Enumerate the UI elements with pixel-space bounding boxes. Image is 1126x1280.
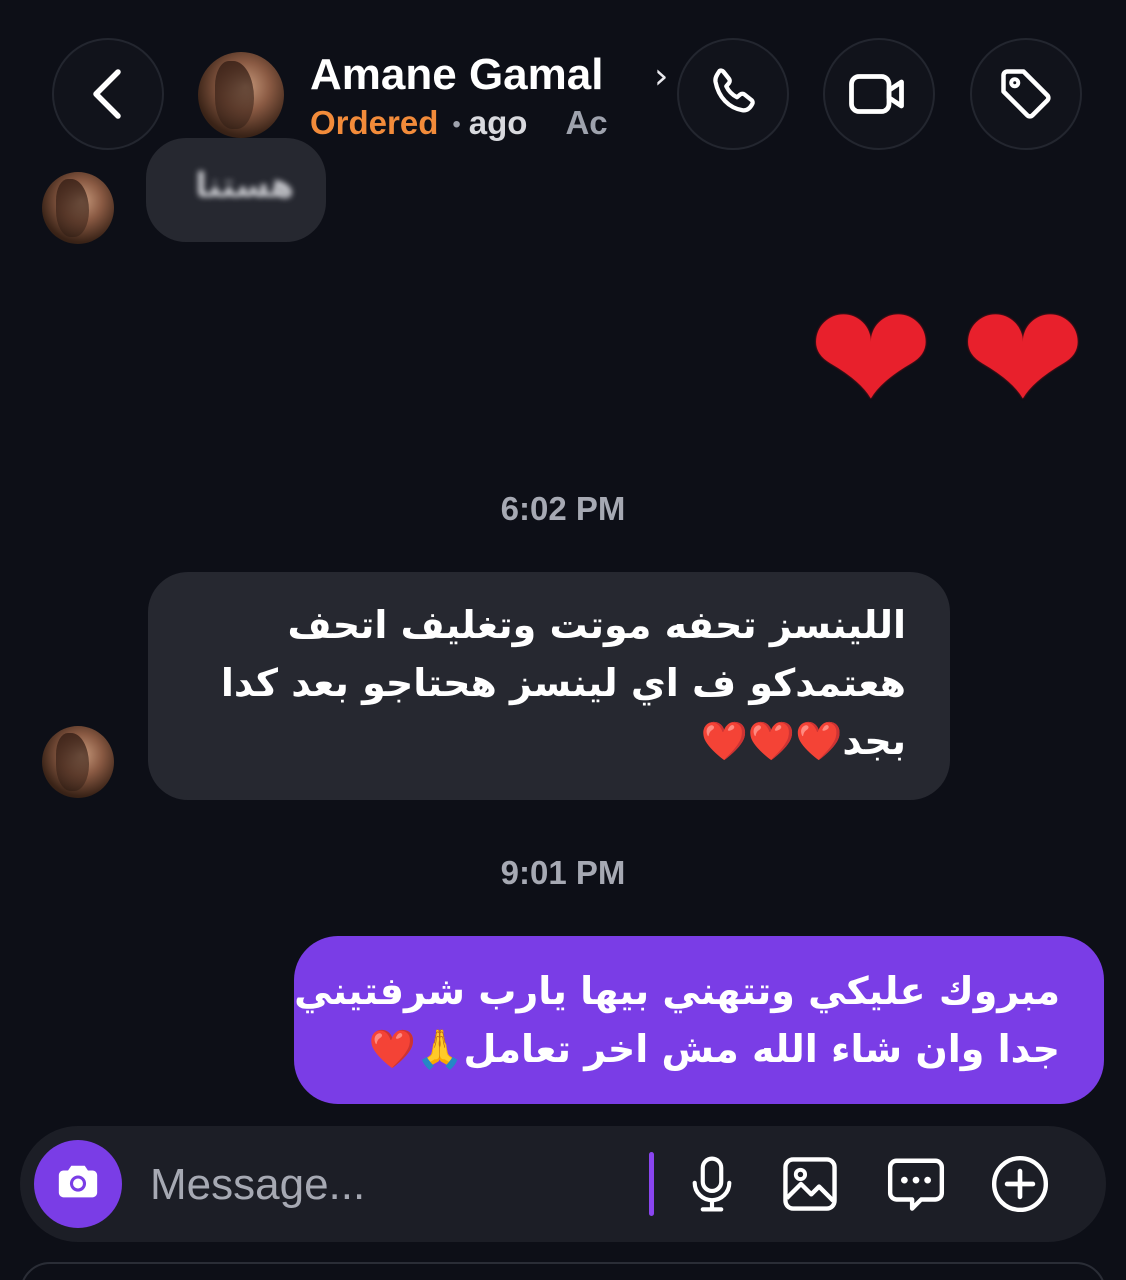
voice-call-button[interactable] [677, 38, 789, 150]
plus-circle-icon [989, 1153, 1051, 1219]
message-input[interactable] [148, 1152, 632, 1218]
video-call-button[interactable] [823, 38, 935, 150]
contact-avatar[interactable] [198, 52, 284, 138]
more-options-button[interactable] [988, 1154, 1052, 1218]
heart-emoji-large[interactable]: ❤ [960, 285, 1086, 435]
message-timestamp: 9:01 PM [500, 854, 626, 891]
phone-icon [703, 64, 763, 124]
sticker-chat-icon [885, 1153, 947, 1219]
ordered-status-label: Ordered [310, 104, 439, 141]
pray-heart-emojis: 🙏❤️ [368, 1027, 464, 1071]
message-bubble-outgoing[interactable]: مبروك عليكي وتتهني بيها يارب شرفتيني جدا… [294, 936, 1104, 1104]
video-camera-icon [846, 64, 912, 124]
truncated-status-text: Ac [565, 104, 608, 141]
tag-icon [996, 64, 1056, 124]
image-icon [779, 1153, 841, 1219]
message-bubble-incoming[interactable]: هستنا [146, 138, 326, 242]
message-text-line: هعتمدكو ف اي لينسز هحتاجو بعد كدا [220, 661, 906, 705]
message-bubble-incoming[interactable]: اللينسز تحفه موتت وتغليف اتحف هعتمدكو ف … [148, 572, 950, 800]
microphone-button[interactable] [680, 1154, 744, 1218]
heart-emoji-large[interactable]: ❤ [808, 285, 934, 435]
sender-avatar[interactable] [42, 172, 114, 244]
chat-screen: Amane Gamal › Ordered • ago Ac هستنا ❤ ❤ 6:… [0, 0, 1126, 1280]
chevron-right-icon[interactable]: › [654, 56, 668, 97]
contact-status: Ordered • ago Ac [310, 104, 608, 148]
message-text-words: جدا وان شاء الله مش اخر تعامل [463, 1027, 1060, 1071]
message-composer [20, 1126, 1106, 1242]
message-timestamp: 6:02 PM [500, 490, 626, 527]
back-button[interactable] [52, 38, 164, 150]
contact-name[interactable]: Amane Gamal [310, 50, 603, 100]
message-text-line: جدا وان شاء الله مش اخر تعامل🙏❤️ [324, 1020, 1060, 1078]
sender-avatar[interactable] [42, 726, 114, 798]
message-text-line: مبروك عليكي وتتهني بيها يارب شرفتيني [294, 969, 1060, 1013]
camera-icon [53, 1159, 103, 1209]
message-text-line: بجد❤️❤️❤️ [178, 712, 906, 770]
status-separator: • [452, 111, 461, 139]
message-text-line: اللينسز تحفه موتت وتغليف اتحف [287, 603, 906, 647]
microphone-icon [684, 1154, 740, 1218]
gallery-button[interactable] [778, 1154, 842, 1218]
text-cursor [649, 1152, 654, 1216]
tag-button[interactable] [970, 38, 1082, 150]
blurred-message-text: هستنا [195, 166, 294, 206]
last-active-time: ago [468, 104, 528, 141]
message-text-word: بجد [842, 719, 906, 763]
camera-button[interactable] [34, 1140, 122, 1228]
heart-emojis: ❤️❤️❤️ [700, 719, 843, 763]
keyboard-top-edge [20, 1262, 1106, 1280]
sticker-button[interactable] [884, 1154, 948, 1218]
chevron-left-icon [86, 66, 130, 122]
